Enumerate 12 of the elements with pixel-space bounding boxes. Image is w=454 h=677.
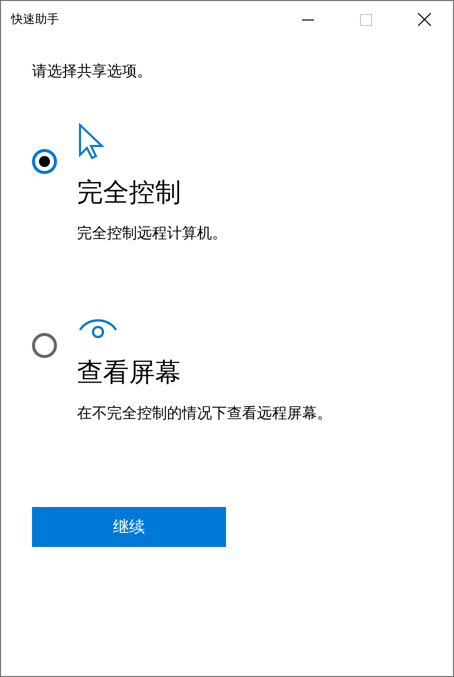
option-description: 在不完全控制的情况下查看远程屏幕。 [77,404,332,423]
option-title: 完全控制 [77,177,181,210]
cursor-icon [77,123,107,161]
prompt-text: 请选择共享选项。 [32,62,153,81]
option-description: 完全控制远程计算机。 [77,224,227,243]
option-title: 查看屏幕 [77,357,181,390]
radio-button[interactable] [32,149,57,174]
continue-button[interactable]: 继续 [32,507,226,547]
window-title: 快速助手 [11,11,60,28]
maximize-icon [360,14,372,26]
radio-button[interactable] [32,333,57,358]
close-icon [418,13,430,26]
